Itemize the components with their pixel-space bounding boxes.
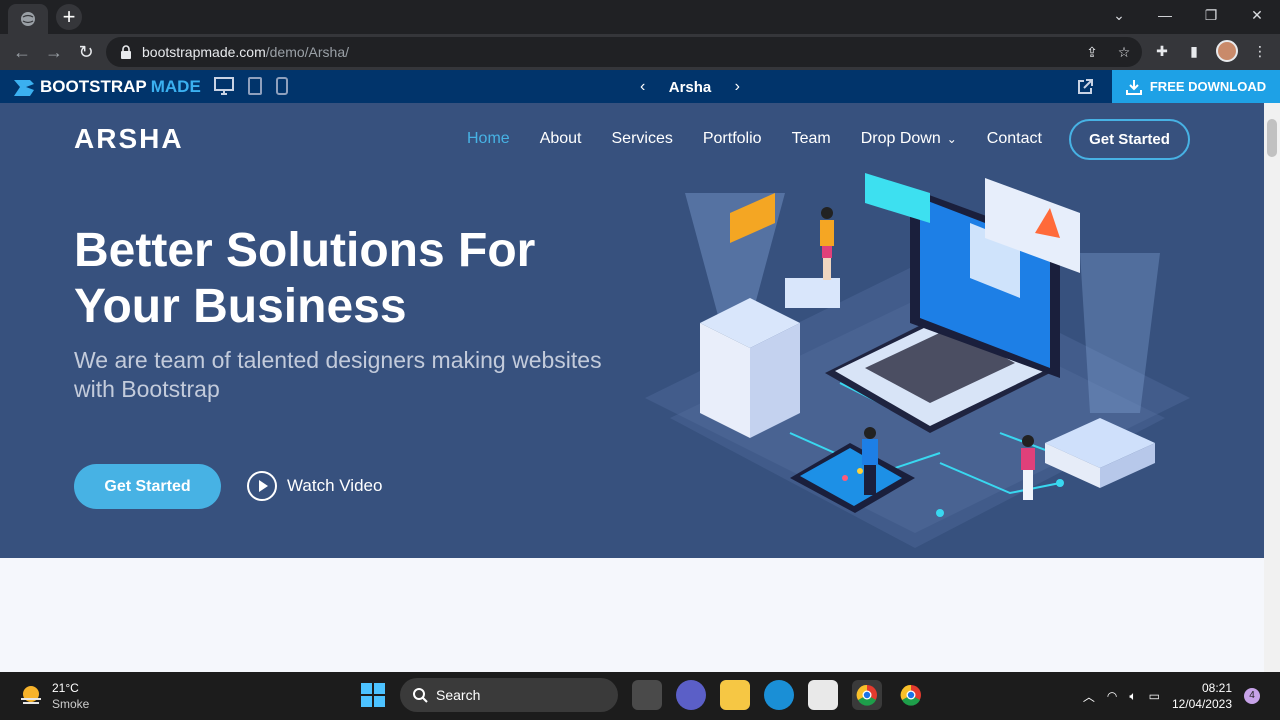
hero-subtitle: We are team of talented designers making… [74, 347, 602, 402]
url-text: bootstrapmade.com/demo/Arsha/ [142, 44, 349, 60]
minimize-button[interactable]: — [1142, 0, 1188, 30]
bootstrapmade-logo[interactable]: BOOTSTRAP MADE [12, 76, 201, 98]
free-download-label: FREE DOWNLOAD [1149, 79, 1267, 94]
browser-toolbar: ← → ↻ bootstrapmade.com/demo/Arsha/ ⇪ ☆ … [0, 34, 1280, 70]
page-viewport: ARSHA Home About Services Portfolio Team… [0, 103, 1264, 672]
close-window-button[interactable]: ✕ [1234, 0, 1280, 30]
restore-button[interactable]: ❐ [1188, 0, 1234, 30]
volume-icon[interactable]: 🔈︎ [1129, 689, 1136, 704]
tablet-view-icon[interactable] [248, 77, 262, 95]
template-name: Arsha [668, 78, 712, 96]
hero-title: Better Solutions For Your Business [74, 223, 634, 335]
menu-kebab-icon[interactable]: ⋮ [1250, 41, 1270, 61]
file-explorer-icon[interactable] [720, 680, 750, 710]
teams-chat-icon[interactable] [676, 680, 706, 710]
nav-about[interactable]: About [540, 130, 582, 148]
edge-browser-icon[interactable] [764, 680, 794, 710]
weather-condition: Smoke [52, 697, 90, 711]
clock-date: 12/04/2023 [1171, 697, 1232, 711]
download-icon [1125, 79, 1142, 95]
forward-button[interactable]: → [42, 40, 66, 64]
chrome-logo-icon [856, 684, 877, 706]
desktop-view-icon[interactable] [214, 77, 234, 95]
profile-avatar[interactable] [1216, 40, 1238, 62]
tray-overflow-chevron-icon[interactable]: ︿ [1083, 688, 1095, 705]
windows-start-icon[interactable] [360, 682, 386, 708]
watch-video-link[interactable]: Watch Video [246, 470, 382, 502]
side-panel-icon[interactable]: ▮ [1184, 41, 1204, 61]
play-circle-icon [247, 471, 277, 501]
bootstrapmade-bar: BOOTSTRAP MADE ‹ Arsha › FREE DOWNLOAD [0, 70, 1280, 103]
back-button[interactable]: ← [10, 40, 34, 64]
hero-get-started-button[interactable]: Get Started [74, 464, 221, 509]
address-bar[interactable]: bootstrapmade.com/demo/Arsha/ ⇪ ☆ [106, 37, 1142, 67]
new-tab-button[interactable]: + [56, 4, 82, 30]
clock-time: 08:21 [1201, 681, 1232, 695]
wifi-icon[interactable]: ◠ [1107, 689, 1117, 703]
share-icon[interactable]: ⇪ [1082, 42, 1102, 62]
microsoft-store-icon[interactable] [808, 680, 838, 710]
reload-button[interactable]: ↻ [74, 40, 98, 64]
search-icon [413, 688, 428, 703]
weather-temp: 21°C [52, 681, 79, 695]
sun-haze-icon [21, 686, 41, 704]
mobile-view-icon[interactable] [276, 77, 288, 95]
system-tray: ︿ ◠ 🔈︎ ▭ 08:21 12/04/2023 4 [1083, 680, 1260, 712]
site-logo[interactable]: ARSHA [74, 123, 184, 155]
taskbar-search-label: Search [436, 687, 481, 703]
logo-accent-text: MADE [150, 77, 201, 96]
free-download-button[interactable]: FREE DOWNLOAD [1112, 70, 1280, 103]
hero-section: ARSHA Home About Services Portfolio Team… [0, 103, 1264, 558]
browser-tab-strip: + ⌄ — ❐ ✕ [0, 0, 1280, 34]
notification-badge[interactable]: 4 [1244, 688, 1260, 704]
hero-title-line2: Your Business [74, 280, 407, 333]
bookmark-star-icon[interactable]: ☆ [1114, 42, 1134, 62]
scrollbar-thumb[interactable] [1267, 119, 1277, 157]
prev-template-chevron-icon[interactable]: ‹ [640, 78, 645, 96]
chrome-profile-icon[interactable] [896, 680, 926, 710]
bootstrapmade-logo-icon [14, 80, 34, 96]
next-template-chevron-icon[interactable]: › [735, 78, 740, 96]
os-taskbar: 21°C Smoke Search ︿ ◠ 🔈︎ ▭ 08:21 12/04/20… [0, 672, 1280, 720]
external-link-icon[interactable] [1076, 78, 1094, 96]
lock-icon [121, 45, 131, 59]
browser-tab[interactable] [8, 4, 48, 34]
hero-title-line1: Better Solutions For [74, 224, 536, 277]
system-clock[interactable]: 08:21 12/04/2023 [1172, 680, 1232, 712]
watch-video-label: Watch Video [287, 476, 383, 495]
nav-home[interactable]: Home [467, 130, 510, 148]
hero-illustration [645, 173, 1190, 548]
chrome-active-icon[interactable] [852, 680, 882, 710]
chrome-logo-2-icon [900, 684, 921, 706]
battery-icon[interactable]: ▭ [1149, 689, 1160, 703]
taskbar-search-box[interactable]: Search [400, 678, 618, 712]
globe-icon [21, 12, 35, 26]
page-scrollbar[interactable] [1264, 103, 1280, 672]
task-view-icon[interactable] [632, 680, 662, 710]
logo-main-text: BOOTSTRAP [40, 77, 147, 96]
tab-search-chevron-icon[interactable]: ⌄ [1096, 0, 1142, 30]
extensions-puzzle-icon[interactable]: ✚ [1152, 41, 1172, 61]
weather-widget[interactable]: 21°C Smoke [18, 680, 89, 712]
